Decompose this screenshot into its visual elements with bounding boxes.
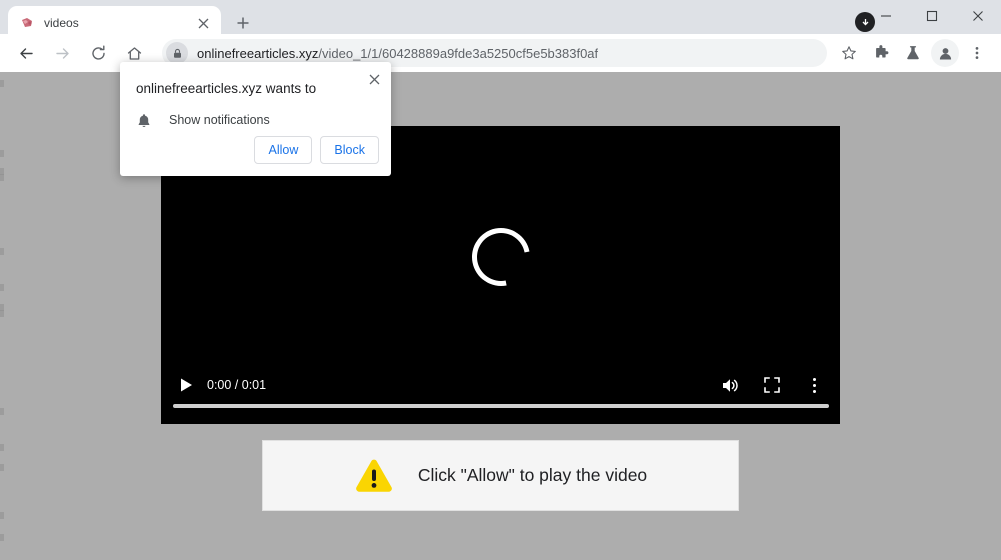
window-controls: [863, 0, 1001, 32]
experiments-flask-icon[interactable]: [899, 39, 927, 67]
back-button[interactable]: [12, 39, 40, 67]
window-minimize-button[interactable]: [863, 0, 909, 32]
window-close-button[interactable]: [955, 0, 1001, 32]
video-play-button[interactable]: [173, 372, 199, 398]
tab-title: videos: [44, 16, 79, 30]
block-button[interactable]: Block: [320, 136, 379, 164]
video-progress-bar[interactable]: [173, 404, 829, 408]
new-tab-button[interactable]: [229, 9, 257, 37]
lock-icon[interactable]: [166, 42, 188, 64]
dialog-close-icon[interactable]: [363, 68, 385, 90]
bookmark-star-icon[interactable]: [835, 39, 863, 67]
dialog-title: onlinefreearticles.xyz wants to: [136, 81, 317, 96]
forward-button[interactable]: [48, 39, 76, 67]
profile-avatar-icon[interactable]: [931, 39, 959, 67]
notification-permission-dialog: onlinefreearticles.xyz wants to Show not…: [120, 62, 391, 176]
loading-spinner-icon: [460, 216, 541, 298]
dialog-permission-row: Show notifications: [136, 112, 270, 128]
url-path: /video_1/1/60428889a9fde3a5250cf5e5b383f…: [318, 45, 599, 61]
url-domain: onlinefreearticles.xyz: [197, 45, 319, 61]
dialog-actions: Allow Block: [254, 136, 379, 164]
window-maximize-button[interactable]: [909, 0, 955, 32]
tab-close-icon[interactable]: [193, 13, 213, 33]
extensions-puzzle-icon[interactable]: [867, 39, 895, 67]
offscreen-content-sliver: [0, 72, 4, 560]
warning-triangle-icon: [354, 458, 394, 494]
tab-favicon-icon: [19, 15, 35, 31]
video-fullscreen-icon[interactable]: [758, 371, 786, 399]
reload-button[interactable]: [84, 39, 112, 67]
address-bar-text: onlinefreearticles.xyz/video_1/1/6042888…: [197, 46, 598, 61]
dialog-permission-label: Show notifications: [169, 113, 270, 127]
video-volume-icon[interactable]: [716, 371, 744, 399]
chrome-menu-icon[interactable]: [963, 39, 991, 67]
video-controls: 0:00 / 0:01: [161, 362, 840, 424]
video-more-options-icon[interactable]: [800, 371, 828, 399]
allow-button[interactable]: Allow: [254, 136, 313, 164]
play-warning-banner: Click "Allow" to play the video: [262, 440, 739, 511]
video-time-display: 0:00 / 0:01: [207, 378, 267, 392]
bell-icon: [136, 112, 152, 128]
play-warning-text: Click "Allow" to play the video: [417, 465, 648, 485]
browser-window: videos onlinefreearticles.xyz/video_1/1/…: [0, 0, 1001, 560]
